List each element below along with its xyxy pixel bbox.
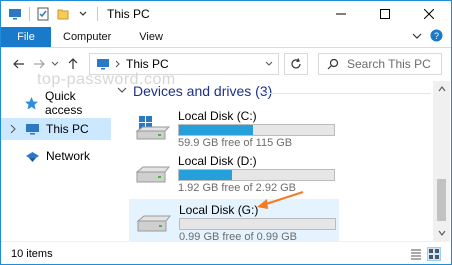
group-divider xyxy=(263,93,431,94)
maximize-button[interactable] xyxy=(363,1,407,27)
customize-toolbar-icon[interactable] xyxy=(75,6,91,22)
tiles-view-button[interactable] xyxy=(427,247,441,261)
svg-text:?: ? xyxy=(434,31,439,41)
back-button[interactable] xyxy=(9,53,29,75)
scroll-up-button[interactable] xyxy=(433,81,450,97)
details-view-button[interactable] xyxy=(409,247,423,261)
details-view-icon xyxy=(411,249,421,260)
view-switcher xyxy=(409,247,441,261)
vertical-scrollbar[interactable] xyxy=(433,81,450,241)
status-bar: 10 items xyxy=(1,241,451,264)
breadcrumb-item[interactable]: This PC xyxy=(126,57,169,71)
chevron-down-icon xyxy=(412,33,422,39)
drive-item-g[interactable]: Local Disk (G:) 0.99 GB free of 0.99 GB xyxy=(129,199,339,243)
close-icon xyxy=(424,9,434,19)
refresh-button[interactable] xyxy=(284,53,308,75)
sidebar-item-quick-access[interactable]: Quick access xyxy=(1,89,111,117)
minimize-icon xyxy=(336,13,346,15)
tab-view[interactable]: View xyxy=(129,27,181,47)
ribbon-tabs: File Computer View ? xyxy=(1,27,451,48)
drive-usage-bar xyxy=(178,124,335,136)
properties-icon[interactable] xyxy=(35,6,51,22)
address-history-button[interactable] xyxy=(260,54,278,74)
hard-drive-icon xyxy=(135,159,171,187)
help-button[interactable]: ? xyxy=(430,29,443,45)
breadcrumb: This PC xyxy=(96,57,169,71)
this-pc-icon[interactable] xyxy=(7,6,23,22)
tab-computer[interactable]: Computer xyxy=(51,27,129,47)
toolbar-divider xyxy=(29,7,30,21)
search-placeholder: Search This PC xyxy=(347,57,431,71)
quick-access-toolbar: This PC xyxy=(1,1,150,27)
drive-usage-fill xyxy=(179,170,232,180)
minimize-button[interactable] xyxy=(319,1,363,27)
close-button[interactable] xyxy=(407,1,451,27)
toolbar-divider xyxy=(97,7,98,21)
drive-usage-bar xyxy=(179,218,336,230)
annotation-arrow-icon xyxy=(257,191,304,209)
sidebar-item-network[interactable]: Network xyxy=(1,145,111,167)
scroll-down-button[interactable] xyxy=(433,225,450,241)
maximize-icon xyxy=(380,9,390,19)
collapse-group-icon xyxy=(117,87,127,93)
up-arrow-icon xyxy=(68,58,78,69)
computer-icon xyxy=(24,121,40,137)
help-icon: ? xyxy=(430,29,443,42)
drive-name: Local Disk (G:) xyxy=(179,203,259,217)
star-icon xyxy=(24,95,39,111)
ribbon-right-controls: ? xyxy=(412,27,451,47)
chevron-down-icon xyxy=(51,61,59,66)
window-controls xyxy=(319,1,451,27)
expand-caret-icon[interactable] xyxy=(9,123,17,137)
search-box[interactable]: Search This PC xyxy=(318,53,442,75)
sidebar-item-label: This PC xyxy=(46,122,89,136)
chevron-down-icon xyxy=(265,61,273,66)
drive-item-d[interactable]: Local Disk (D:) 1.92 GB free of 2.92 GB xyxy=(129,151,339,194)
drive-item-c[interactable]: Local Disk (C:) 59.9 GB free of 115 GB xyxy=(129,106,339,149)
network-icon xyxy=(24,148,40,164)
chevron-right-icon xyxy=(115,60,120,68)
refresh-icon xyxy=(291,58,301,69)
back-arrow-icon xyxy=(13,59,24,69)
computer-icon xyxy=(97,59,109,70)
forward-arrow-icon xyxy=(34,59,45,69)
group-header[interactable]: Devices and drives (3) xyxy=(117,83,272,99)
navigation-pane: Quick access This PC Network xyxy=(1,81,111,241)
drive-name: Local Disk (D:) xyxy=(178,154,257,168)
file-list: Devices and drives (3) Local Disk (C:) 5… xyxy=(113,81,433,243)
drive-name: Local Disk (C:) xyxy=(178,109,257,123)
chevron-up-icon xyxy=(438,86,445,92)
scroll-thumb[interactable] xyxy=(437,179,446,221)
chevron-down-icon xyxy=(438,230,445,236)
search-icon xyxy=(327,58,339,70)
new-folder-icon[interactable] xyxy=(55,6,71,22)
sidebar-item-label: Quick access xyxy=(45,89,83,117)
hard-drive-icon xyxy=(136,208,172,236)
drive-usage-bar xyxy=(178,169,335,181)
window-title: This PC xyxy=(107,7,150,21)
sidebar-item-this-pc[interactable]: This PC xyxy=(1,118,111,140)
title-bar: This PC xyxy=(1,1,451,27)
item-count: 10 items xyxy=(11,247,53,260)
expand-ribbon-button[interactable] xyxy=(412,30,422,44)
drive-usage-fill xyxy=(179,125,254,135)
explorer-window: This PC File Computer View ? This PC Sea… xyxy=(0,0,452,265)
sidebar-item-label: Network xyxy=(46,149,91,163)
drive-free-space: 59.9 GB free of 115 GB xyxy=(178,137,293,149)
windows-drive-icon xyxy=(135,114,171,142)
group-title: Devices and drives (3) xyxy=(133,83,273,99)
tiles-view-icon xyxy=(429,249,439,259)
tab-file[interactable]: File xyxy=(1,27,51,47)
